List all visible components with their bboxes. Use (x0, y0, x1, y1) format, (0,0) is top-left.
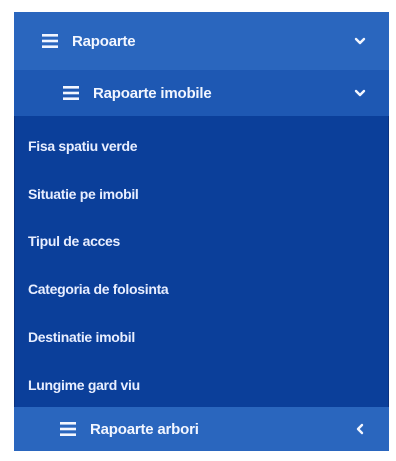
menu-subgroup-label: Rapoarte arbori (90, 420, 199, 438)
menu-subgroup-rapoarte-imobile[interactable]: Rapoarte imobile (14, 70, 389, 116)
menu-item-categoria-de-folosinta[interactable]: Categoria de folosinta (14, 265, 389, 313)
menu-item-lungime-gard-viu[interactable]: Lungime gard viu (14, 361, 389, 409)
menu-item-tipul-de-acces[interactable]: Tipul de acces (14, 217, 389, 265)
menu-item-fisa-spatiu-verde[interactable]: Fisa spatiu verde (14, 122, 389, 170)
chevron-down-icon[interactable] (353, 86, 367, 100)
menu-subgroup-rapoarte-arbori[interactable]: Rapoarte arbori (14, 407, 389, 451)
menu-item-situatie-pe-imobil[interactable]: Situatie pe imobil (14, 170, 389, 218)
menu-subgroup-label: Rapoarte imobile (93, 84, 212, 102)
report-items-list: Fisa spatiu verde Situatie pe imobil Tip… (14, 116, 389, 407)
chevron-left-icon[interactable] (353, 422, 367, 436)
chevron-down-icon[interactable] (353, 34, 367, 48)
menu-group-label: Rapoarte (72, 32, 136, 50)
reports-sidebar-menu: Rapoarte Rapoarte imobile Fisa spatiu ve… (14, 12, 389, 451)
menu-group-rapoarte[interactable]: Rapoarte (14, 12, 389, 70)
menu-item-destinatie-imobil[interactable]: Destinatie imobil (14, 313, 389, 361)
hamburger-icon (60, 422, 76, 436)
hamburger-icon (63, 86, 79, 100)
hamburger-icon (42, 34, 58, 48)
